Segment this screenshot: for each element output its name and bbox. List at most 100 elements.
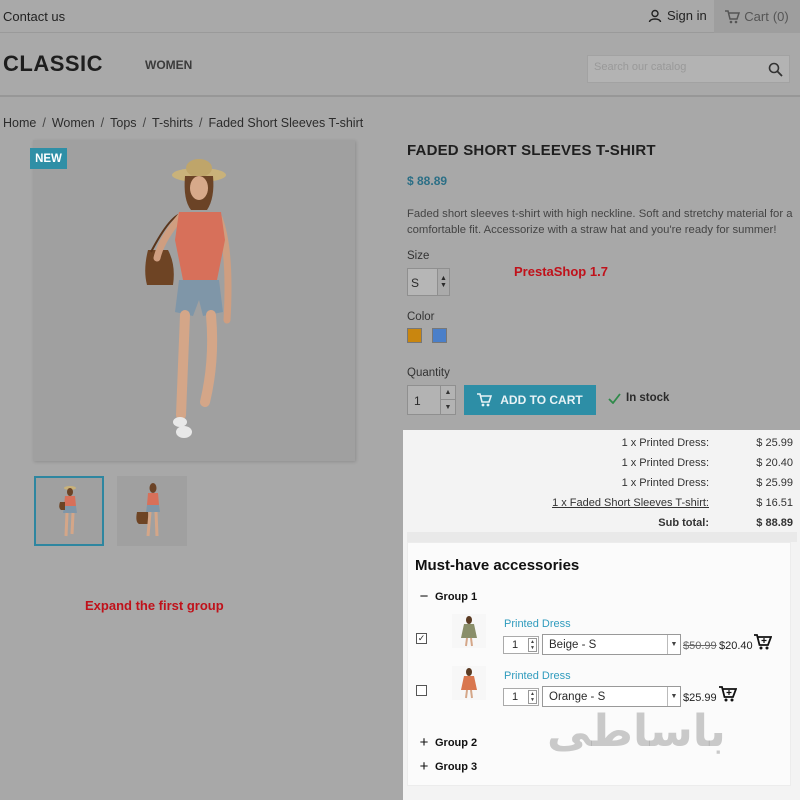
- add-accessory-cart-icon[interactable]: [754, 634, 772, 650]
- cart-row-name: 1 x Printed Dress:: [621, 457, 709, 469]
- cart-row: 1 x Printed Dress: $ 20.40: [404, 454, 797, 474]
- cart-row: 1 x Printed Dress: $ 25.99: [404, 434, 797, 454]
- chevron-down-icon: ▼: [667, 635, 680, 654]
- accessory-checkbox[interactable]: [416, 685, 427, 696]
- stepper-arrows-icon[interactable]: ▲ ▼: [528, 690, 537, 704]
- cart-row: 1 x Faded Short Sleeves T-shirt: $ 16.51: [404, 494, 797, 514]
- quantity-value: 1: [414, 394, 421, 408]
- stock-status: In stock: [608, 392, 669, 404]
- accessory-option-select[interactable]: Beige - S ▼: [542, 634, 681, 655]
- size-label: Size: [407, 250, 430, 262]
- color-swatch-blue[interactable]: [432, 328, 447, 343]
- group-label: Group 1: [435, 590, 478, 603]
- user-icon: [648, 9, 662, 22]
- breadcrumb-separator: /: [100, 116, 105, 130]
- increment-icon[interactable]: ▲: [440, 386, 455, 400]
- accessory-price: $20.40: [719, 640, 753, 652]
- cart-label: Cart: [744, 9, 769, 24]
- cart-row-name: 1 x Printed Dress:: [621, 437, 709, 449]
- accessory-quantity-value: 1: [512, 691, 519, 703]
- group-2-toggle[interactable]: + Group 2: [418, 734, 478, 751]
- watermark: باساطی: [547, 706, 726, 757]
- breadcrumb-separator: /: [42, 116, 46, 130]
- product-main-image[interactable]: [33, 140, 355, 461]
- sign-in-label: Sign in: [667, 8, 707, 23]
- new-badge: NEW: [30, 148, 67, 169]
- group-label: Group 3: [435, 760, 478, 773]
- accessory-option-select[interactable]: Orange - S ▼: [542, 686, 681, 707]
- site-header: CLASSIC WOMEN: [0, 33, 800, 97]
- color-label: Color: [407, 311, 435, 323]
- quantity-label: Quantity: [407, 367, 450, 379]
- breadcrumb-tshirts[interactable]: T-shirts: [152, 116, 193, 130]
- top-bar: Contact us Sign in Cart (0): [0, 0, 800, 33]
- accessories-title: Must-have accessories: [415, 557, 580, 574]
- accessory-name-link[interactable]: Printed Dress: [504, 618, 571, 630]
- search-input[interactable]: [594, 61, 759, 73]
- accessory-option-value: Orange - S: [549, 691, 606, 703]
- decrement-icon[interactable]: ▼: [440, 400, 455, 414]
- accessory-quantity-stepper[interactable]: 1 ▲ ▼: [503, 688, 539, 706]
- check-icon: [608, 392, 621, 404]
- size-value: S: [411, 276, 420, 290]
- accessory-quantity-value: 1: [512, 639, 519, 651]
- thumbnail-1[interactable]: [34, 476, 104, 546]
- breadcrumb-separator: /: [199, 116, 203, 130]
- plus-icon: +: [419, 758, 429, 775]
- cart-row-name-link[interactable]: 1 x Faded Short Sleeves T-shirt:: [552, 497, 709, 509]
- add-accessory-cart-icon[interactable]: [719, 686, 737, 702]
- thumbnail-photo: [136, 483, 160, 537]
- plus-icon: +: [419, 734, 429, 751]
- accessory-quantity-stepper[interactable]: 1 ▲ ▼: [503, 636, 539, 654]
- add-to-cart-label: ADD TO CART: [500, 393, 583, 407]
- group-label: Group 2: [435, 736, 478, 749]
- breadcrumb-home[interactable]: Home: [3, 116, 36, 130]
- dress-photo: [461, 668, 477, 699]
- group-1-toggle[interactable]: − Group 1: [418, 588, 478, 605]
- group-3-toggle[interactable]: + Group 3: [418, 758, 478, 775]
- cart-row-amount: $ 16.51: [756, 497, 793, 509]
- cart-button[interactable]: Cart (0): [714, 0, 800, 33]
- search-box[interactable]: [587, 55, 790, 83]
- breadcrumb-tops[interactable]: Tops: [110, 116, 136, 130]
- cart-count: (0): [772, 9, 789, 24]
- accessory-checkbox[interactable]: ✓: [416, 633, 427, 644]
- product-price: $ 88.89: [407, 174, 448, 188]
- product-description: Faded short sleeves t-shirt with high ne…: [407, 208, 793, 236]
- breadcrumb: Home / Women / Tops / T-shirts / Faded Short Sle…: [3, 116, 363, 130]
- breadcrumb-women[interactable]: Women: [52, 116, 95, 130]
- subtotal-amount: $ 88.89: [756, 517, 793, 529]
- stock-label: In stock: [626, 392, 670, 404]
- accessory-price: $25.99: [683, 692, 717, 704]
- breadcrumb-separator: /: [142, 116, 147, 130]
- search-icon[interactable]: [768, 62, 783, 77]
- model-photo: [145, 159, 232, 438]
- logo[interactable]: CLASSIC: [3, 51, 103, 77]
- chevron-up-down-icon: ▲ ▼: [437, 269, 449, 295]
- breadcrumb-current: Faded Short Sleeves T-shirt: [208, 116, 364, 130]
- cart-row: 1 x Printed Dress: $ 25.99: [404, 474, 797, 494]
- cart-row-amount: $ 20.40: [756, 457, 793, 469]
- color-swatch-orange[interactable]: [407, 328, 422, 343]
- quantity-stepper[interactable]: 1 ▲ ▼: [407, 385, 456, 415]
- accessory-name-link[interactable]: Printed Dress: [504, 670, 571, 682]
- stepper-arrows-icon[interactable]: ▲ ▼: [528, 638, 537, 652]
- contact-us-link[interactable]: Contact us: [3, 9, 65, 24]
- accessory-thumbnail: [452, 666, 486, 700]
- product-title: FADED SHORT SLEEVES T-SHIRT: [407, 142, 656, 159]
- cart-subtotal-row: Sub total: $ 88.89: [404, 514, 797, 534]
- nav-item-women[interactable]: WOMEN: [145, 58, 192, 72]
- cart-row-name: 1 x Printed Dress:: [621, 477, 709, 489]
- version-note: PrestaShop 1.7: [514, 264, 608, 279]
- divider: [407, 532, 797, 542]
- expand-note: Expand the first group: [85, 598, 224, 613]
- chevron-down-icon: ▼: [667, 687, 680, 706]
- add-to-cart-button[interactable]: ADD TO CART: [464, 385, 596, 415]
- thumbnail-2[interactable]: [117, 476, 187, 546]
- accessory-thumbnail: [452, 614, 486, 648]
- cart-icon: [477, 393, 493, 407]
- sign-in-link[interactable]: Sign in: [648, 8, 707, 23]
- size-select[interactable]: S ▲ ▼: [407, 268, 450, 296]
- accessory-old-price: $50.99: [683, 640, 717, 652]
- cart-icon: [725, 9, 741, 23]
